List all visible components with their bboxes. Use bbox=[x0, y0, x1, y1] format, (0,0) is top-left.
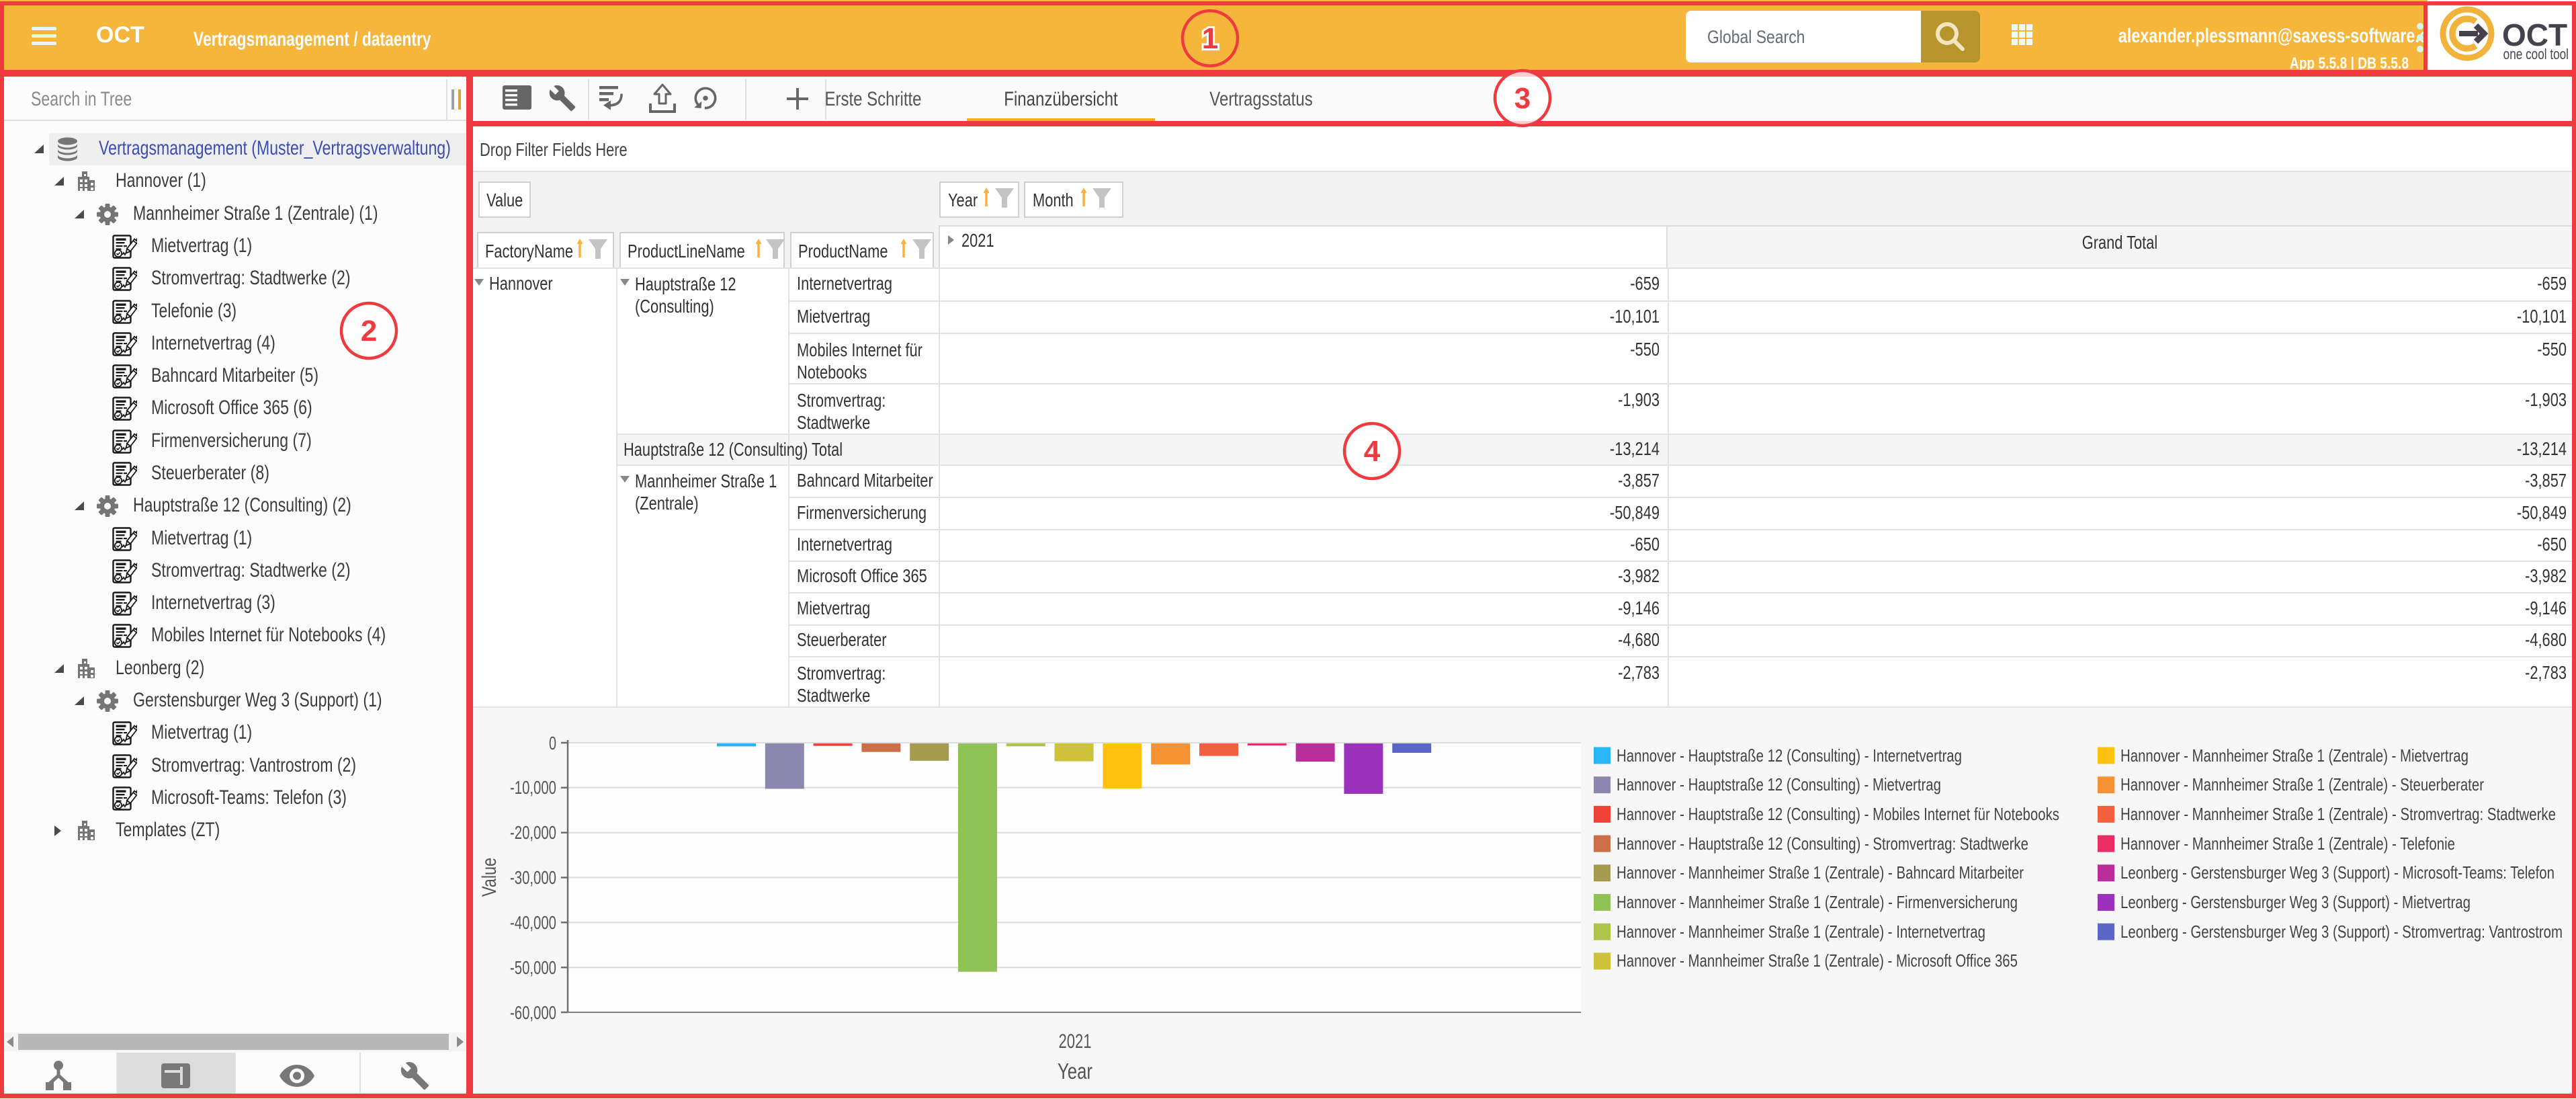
svg-text:Hannover - Mannheimer Straße 1: Hannover - Mannheimer Straße 1 (Zentrale… bbox=[1617, 922, 1985, 942]
svg-text:1: 1 bbox=[1202, 22, 1218, 55]
svg-text:Leonberg - Gerstensburger Weg: Leonberg - Gerstensburger Weg 3 (Support… bbox=[2120, 892, 2471, 912]
svg-text:Hannover - Mannheimer Straße 1: Hannover - Mannheimer Straße 1 (Zentrale… bbox=[2120, 833, 2455, 854]
svg-text:Hannover - Hauptstraße 12 (Con: Hannover - Hauptstraße 12 (Consulting) -… bbox=[1617, 804, 2059, 824]
svg-text:Hannover - Hauptstraße 12 (Con: Hannover - Hauptstraße 12 (Consulting) -… bbox=[1617, 745, 1962, 766]
svg-text:-20,000: -20,000 bbox=[510, 822, 556, 843]
svg-text:0: 0 bbox=[549, 733, 556, 754]
svg-text:2021: 2021 bbox=[1059, 1030, 1092, 1053]
svg-text:4: 4 bbox=[1364, 435, 1381, 468]
svg-text:-10,000: -10,000 bbox=[510, 777, 556, 798]
svg-text:Hannover - Hauptstraße 12 (Con: Hannover - Hauptstraße 12 (Consulting) -… bbox=[1617, 774, 1941, 795]
svg-text:Hannover - Mannheimer Straße 1: Hannover - Mannheimer Straße 1 (Zentrale… bbox=[2120, 745, 2468, 766]
svg-text:-30,000: -30,000 bbox=[510, 867, 556, 888]
svg-text:Leonberg - Gerstensburger Weg: Leonberg - Gerstensburger Weg 3 (Support… bbox=[2120, 922, 2563, 942]
svg-text:-40,000: -40,000 bbox=[510, 912, 556, 933]
svg-text:Hannover - Mannheimer Straße 1: Hannover - Mannheimer Straße 1 (Zentrale… bbox=[1617, 862, 2024, 883]
svg-text:-60,000: -60,000 bbox=[510, 1002, 556, 1023]
svg-text:2: 2 bbox=[361, 315, 377, 348]
svg-text:Hannover - Mannheimer Straße 1: Hannover - Mannheimer Straße 1 (Zentrale… bbox=[2120, 774, 2484, 795]
svg-text:Value: Value bbox=[478, 858, 501, 897]
svg-text:-50,000: -50,000 bbox=[510, 957, 556, 978]
svg-text:Hannover - Hauptstraße 12 (Con: Hannover - Hauptstraße 12 (Consulting) -… bbox=[1617, 833, 2028, 854]
svg-text:Leonberg - Gerstensburger Weg: Leonberg - Gerstensburger Weg 3 (Support… bbox=[2120, 862, 2554, 883]
svg-text:Hannover - Mannheimer Straße 1: Hannover - Mannheimer Straße 1 (Zentrale… bbox=[1617, 892, 2018, 912]
svg-text:Hannover - Mannheimer Straße 1: Hannover - Mannheimer Straße 1 (Zentrale… bbox=[1617, 950, 2018, 971]
svg-text:Hannover - Mannheimer Straße 1: Hannover - Mannheimer Straße 1 (Zentrale… bbox=[2120, 804, 2556, 824]
svg-text:3: 3 bbox=[1514, 82, 1531, 115]
svg-text:Year: Year bbox=[1058, 1059, 1092, 1084]
